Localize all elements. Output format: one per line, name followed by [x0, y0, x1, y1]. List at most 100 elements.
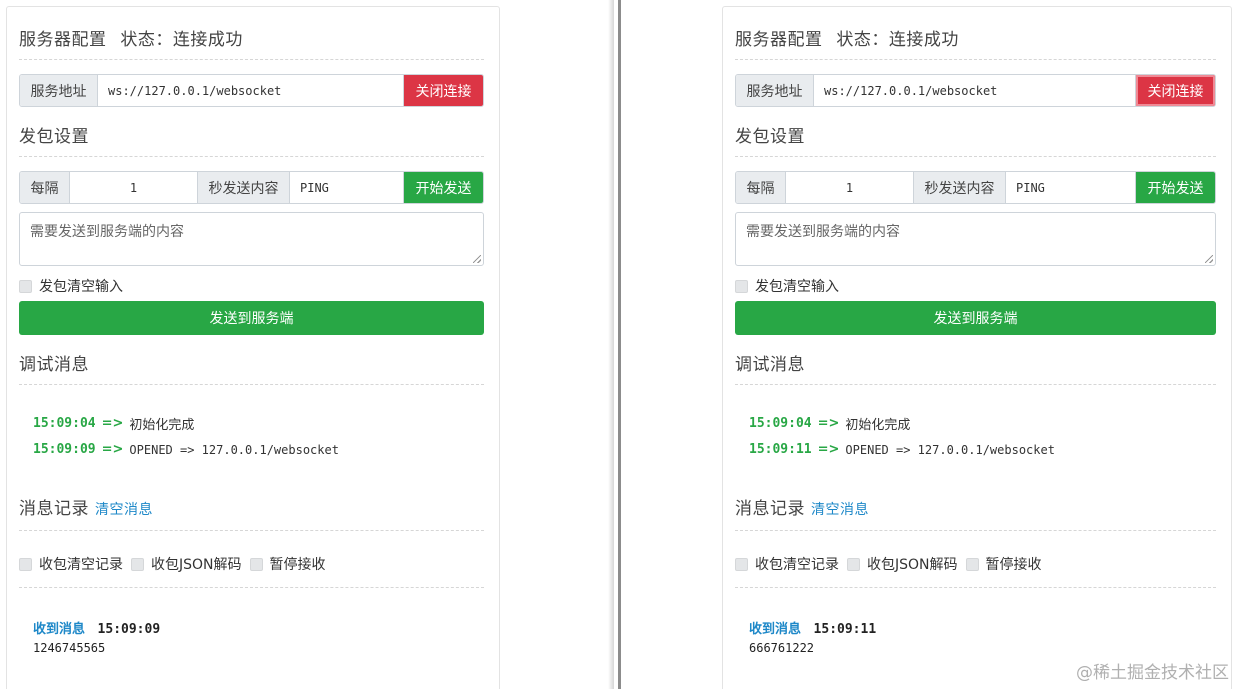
divider	[735, 587, 1216, 588]
debug-log-entry: 15:09:09 => OPENED => 127.0.0.1/websocke…	[33, 442, 339, 457]
json-decode-checkbox[interactable]	[847, 557, 860, 571]
clear-input-option[interactable]: 发包清空输入	[19, 276, 123, 296]
send-settings-title: 发包设置	[19, 127, 89, 147]
send-content-label: 秒发送内容	[914, 172, 1006, 203]
log-text: OPENED => 127.0.0.1/websocket	[129, 442, 339, 457]
server-address-label: 服务地址	[20, 75, 98, 106]
auto-send-group: 每隔 1 秒发送内容 PING 开始发送	[19, 171, 484, 204]
received-message-header: 收到消息 15:09:09	[33, 618, 160, 637]
pause-receive-checkbox[interactable]	[965, 557, 979, 571]
send-settings-title: 发包设置	[735, 127, 805, 147]
log-time: 15:09:09	[33, 442, 96, 457]
interval-input[interactable]: 1	[786, 172, 914, 203]
server-address-group: 服务地址 ws://127.0.0.1/websocket 关闭连接	[735, 74, 1216, 107]
clear-input-checkbox[interactable]	[735, 279, 748, 293]
auto-send-group: 每隔 1 秒发送内容 PING 开始发送	[735, 171, 1216, 204]
divider	[735, 530, 1216, 531]
received-label: 收到消息	[749, 622, 802, 637]
debug-messages-title: 调试消息	[735, 355, 805, 375]
server-config-header: 服务器配置 状态：连接成功	[19, 25, 243, 50]
start-sending-button[interactable]: 开始发送	[404, 172, 483, 203]
auto-send-content-input[interactable]: PING	[290, 172, 404, 203]
receive-options: 收包清空记录 收包JSON解码 暂停接收	[735, 554, 1042, 574]
log-time: 15:09:04	[749, 416, 812, 431]
close-connection-button[interactable]: 关闭连接	[1136, 75, 1215, 106]
divider	[19, 59, 484, 60]
receive-options: 收包清空记录 收包JSON解码 暂停接收	[19, 554, 326, 574]
received-message-body: 1246745565	[33, 641, 106, 655]
pause-receive-label: 暂停接收	[985, 557, 1042, 573]
debug-log-entry: 15:09:04 => 初始化完成	[749, 414, 910, 433]
server-address-input[interactable]: ws://127.0.0.1/websocket	[98, 75, 404, 106]
divider	[735, 384, 1216, 385]
divider	[19, 530, 484, 531]
message-records-title: 消息记录	[19, 499, 89, 519]
clear-input-label: 发包清空输入	[39, 279, 123, 295]
message-records-header: 消息记录 清空消息	[735, 494, 869, 519]
clear-messages-link[interactable]: 清空消息	[811, 499, 869, 519]
message-textarea-placeholder: 需要发送到服务端的内容	[30, 224, 184, 240]
message-textarea[interactable]: 需要发送到服务端的内容	[735, 212, 1216, 266]
log-arrow: =>	[101, 416, 124, 431]
server-config-title: 服务器配置	[19, 30, 107, 50]
connection-status: 状态：连接成功	[836, 30, 959, 50]
log-time: 15:09:11	[749, 442, 812, 457]
log-text: OPENED => 127.0.0.1/websocket	[845, 442, 1055, 457]
message-records-title: 消息记录	[735, 499, 805, 519]
debug-log-entry: 15:09:04 => 初始化完成	[33, 414, 194, 433]
start-sending-button[interactable]: 开始发送	[1136, 172, 1215, 203]
send-to-server-button[interactable]: 发送到服务端	[735, 301, 1216, 335]
window-divider[interactable]	[618, 0, 621, 689]
message-records-header: 消息记录 清空消息	[19, 494, 153, 519]
divider	[19, 156, 484, 157]
message-textarea-placeholder: 需要发送到服务端的内容	[746, 224, 900, 240]
received-message-body: 666761222	[749, 641, 815, 655]
clear-input-checkbox[interactable]	[19, 279, 32, 293]
interval-prefix-label: 每隔	[20, 172, 70, 203]
clear-records-label: 收包清空记录	[755, 557, 839, 573]
resize-handle-icon[interactable]	[473, 255, 481, 263]
clear-records-checkbox[interactable]	[19, 557, 32, 571]
websocket-client-panel-right: 服务器配置 状态：连接成功 服务地址 ws://127.0.0.1/websoc…	[722, 6, 1232, 689]
pause-receive-label: 暂停接收	[269, 557, 326, 573]
json-decode-label: 收包JSON解码	[151, 557, 242, 573]
auto-send-content-input[interactable]: PING	[1006, 172, 1136, 203]
interval-input[interactable]: 1	[70, 172, 198, 203]
log-text: 初始化完成	[845, 418, 911, 433]
send-to-server-button[interactable]: 发送到服务端	[19, 301, 484, 335]
debug-messages-title: 调试消息	[19, 355, 89, 375]
log-time: 15:09:04	[33, 416, 96, 431]
log-text: 初始化完成	[129, 418, 195, 433]
json-decode-checkbox[interactable]	[131, 557, 144, 571]
interval-prefix-label: 每隔	[736, 172, 786, 203]
received-message-header: 收到消息 15:09:11	[749, 618, 876, 637]
log-arrow: =>	[101, 442, 124, 457]
json-decode-label: 收包JSON解码	[867, 557, 958, 573]
server-config-title: 服务器配置	[735, 30, 823, 50]
divider	[735, 156, 1216, 157]
close-connection-button[interactable]: 关闭连接	[404, 75, 483, 106]
server-address-input[interactable]: ws://127.0.0.1/websocket	[814, 75, 1136, 106]
clear-input-option[interactable]: 发包清空输入	[735, 276, 839, 296]
received-time: 15:09:09	[97, 622, 161, 637]
received-label: 收到消息	[33, 622, 86, 637]
server-address-group: 服务地址 ws://127.0.0.1/websocket 关闭连接	[19, 74, 484, 107]
clear-records-label: 收包清空记录	[39, 557, 123, 573]
pause-receive-checkbox[interactable]	[249, 557, 263, 571]
divider	[735, 59, 1216, 60]
server-config-header: 服务器配置 状态：连接成功	[735, 25, 959, 50]
site-watermark: @稀土掘金技术社区	[1076, 663, 1229, 683]
log-arrow: =>	[817, 416, 840, 431]
clear-records-checkbox[interactable]	[735, 557, 748, 571]
server-address-label: 服务地址	[736, 75, 814, 106]
debug-log-entry: 15:09:11 => OPENED => 127.0.0.1/websocke…	[749, 442, 1055, 457]
clear-input-label: 发包清空输入	[755, 279, 839, 295]
message-textarea[interactable]: 需要发送到服务端的内容	[19, 212, 484, 266]
websocket-client-panel-left: 服务器配置 状态：连接成功 服务地址 ws://127.0.0.1/websoc…	[6, 6, 500, 689]
resize-handle-icon[interactable]	[1205, 255, 1213, 263]
send-content-label: 秒发送内容	[198, 172, 290, 203]
clear-messages-link[interactable]: 清空消息	[95, 499, 153, 519]
log-arrow: =>	[817, 442, 840, 457]
received-time: 15:09:11	[813, 622, 877, 637]
window-divider-shadow	[608, 0, 614, 689]
